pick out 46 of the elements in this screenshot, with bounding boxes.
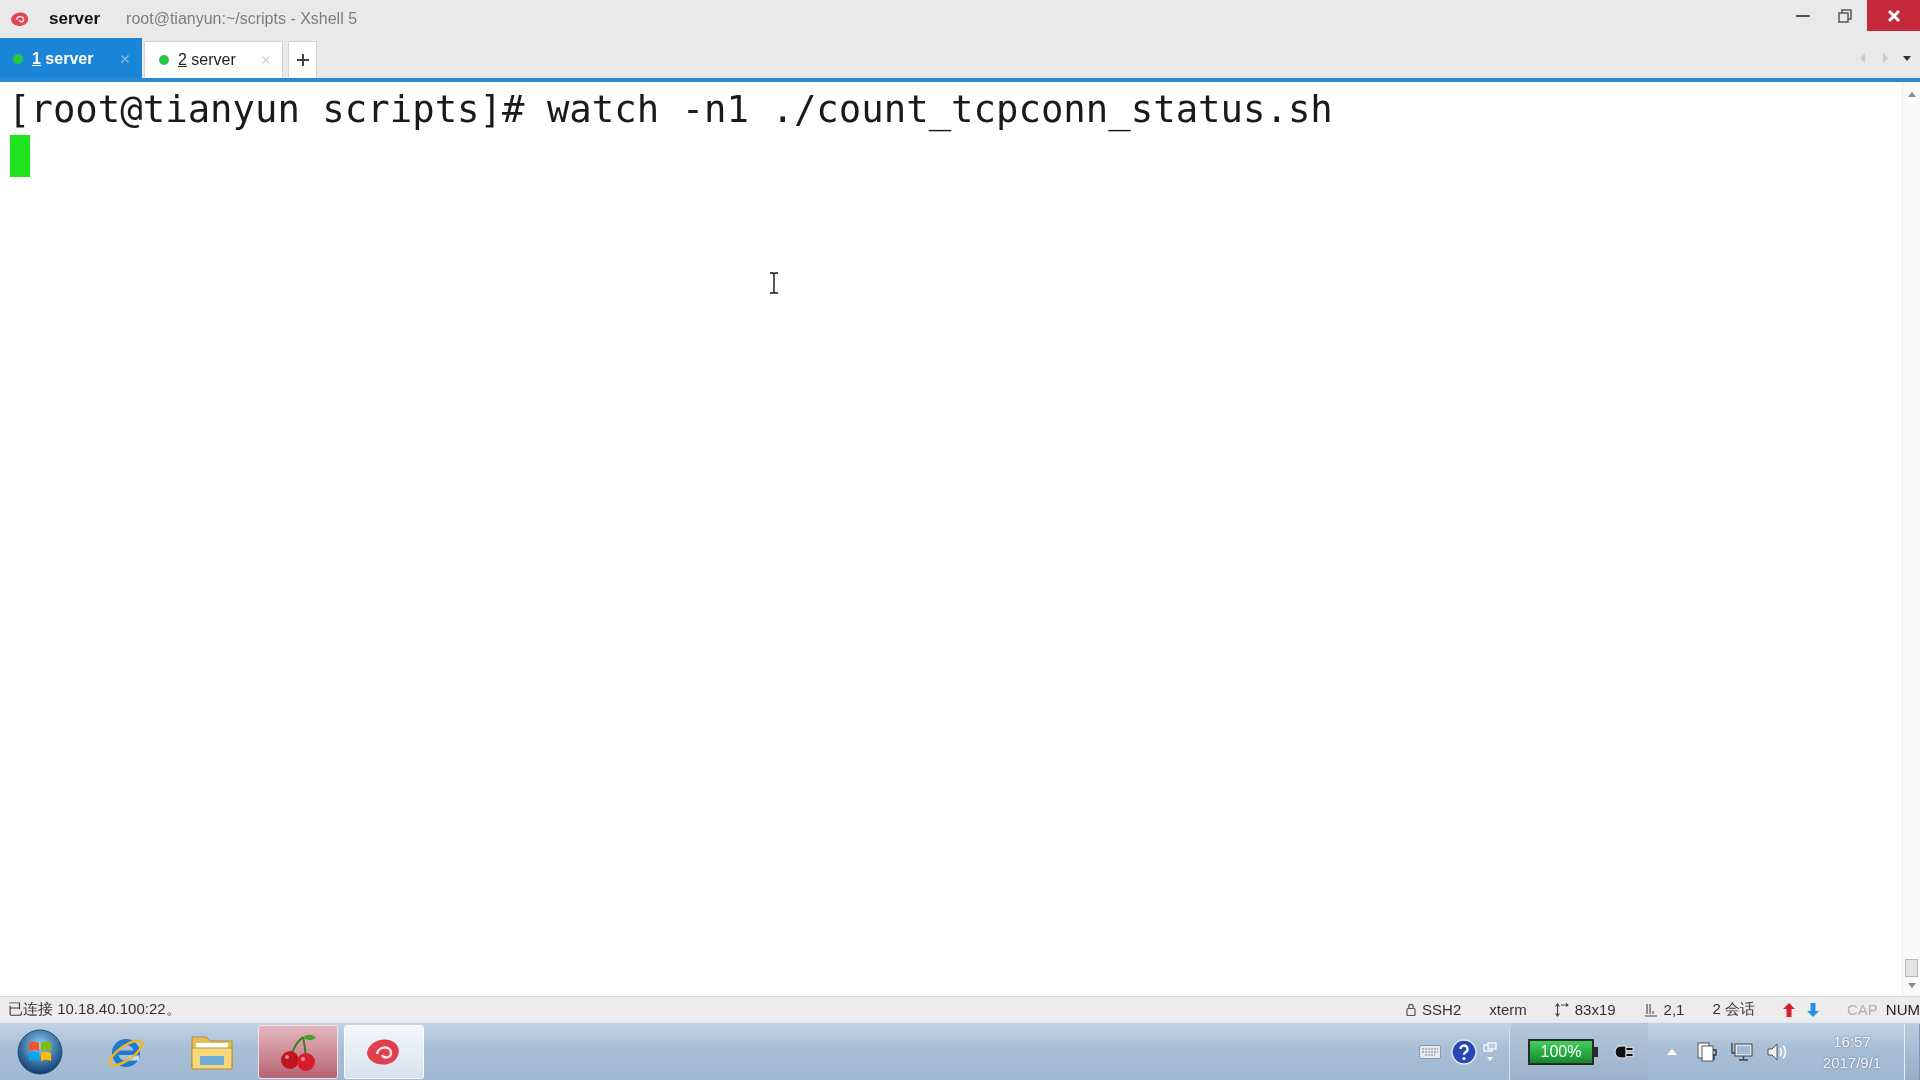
new-tab-button[interactable] [288,41,317,78]
minimize-icon [1796,14,1810,17]
window-subtitle: root@tianyun:~/scripts - Xshell 5 [126,10,358,28]
session-tab[interactable]: 1 server [0,38,142,78]
scrollbar-thumb[interactable] [1905,959,1918,977]
restore-icon [1838,8,1852,23]
speaker-icon[interactable] [1766,1041,1788,1062]
key-lock-indicator: NUM [1885,1001,1920,1018]
key-lock-indicator: CAP [1847,1001,1878,1018]
connection-status-text: 已连接 10.18.40.100:22。 [8,1000,181,1019]
show-desktop-button[interactable] [1904,1023,1920,1080]
taskbar-app-button[interactable] [258,1024,338,1079]
terminal-size-label: 83x19 [1574,1001,1616,1018]
windows-orb-icon [17,1028,63,1075]
spiral-logo-icon [9,10,31,28]
triangle-up-icon [1667,1048,1677,1055]
session-tab[interactable]: 2 server [144,41,283,78]
i-beam-pointer-icon [769,272,779,294]
keyboard-icon[interactable] [1419,1044,1441,1059]
close-icon[interactable] [121,54,129,63]
device-icon[interactable] [1696,1039,1718,1064]
upload-arrow-icon [1783,1002,1795,1017]
network-icon[interactable] [1730,1040,1754,1063]
download-arrow-icon [1807,1002,1819,1017]
protocol-label: SSH2 [1422,1001,1462,1018]
window-switch-icon[interactable] [1483,1041,1497,1062]
scroll-down-icon[interactable] [1907,983,1916,988]
terminal-cursor [10,135,30,177]
terminal-line: [root@tianyun scripts]# watch -n1 ./count_tcpconn_status.sh [8,87,1333,132]
cursor-position-label: 2,1 [1663,1001,1685,1018]
close-button[interactable] [1867,0,1920,31]
lock-icon [1406,1003,1417,1016]
status-label: xterm [1489,1001,1527,1018]
cursor-position-icon [1643,1002,1658,1017]
close-icon [1886,8,1901,23]
plug-icon[interactable] [1612,1043,1636,1060]
caret-right-icon [1882,53,1888,63]
status-label: 2 会话 [1712,1000,1755,1019]
plus-icon [296,54,309,66]
window-title: server [49,9,101,29]
caret-left-icon [1860,53,1866,63]
caret-down-icon [1903,55,1911,61]
scrollbar[interactable] [1902,82,1920,996]
scroll-up-icon[interactable] [1907,92,1916,97]
resize-icon [1554,1002,1569,1017]
help-icon[interactable] [1451,1038,1477,1065]
